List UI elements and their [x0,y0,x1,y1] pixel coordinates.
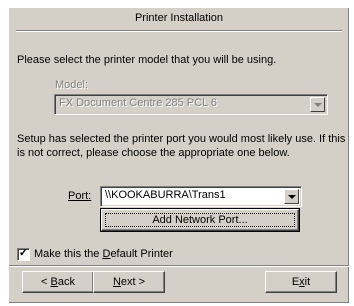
model-value: FX Document Centre 285 PCL 6 [59,97,217,109]
checkmark-icon: ✓ [18,247,29,259]
printer-installation-dialog: Printer Installation Please select the p… [8,7,350,304]
port-value: \\KOOKABURRA\Trans1 [105,189,226,201]
port-hint-line2: is not correct, please choose the approp… [17,147,290,159]
add-network-port-button[interactable]: Add Network Port... [100,208,300,232]
back-button[interactable]: < Back [22,271,94,293]
port-dropdown[interactable]: \\KOOKABURRA\Trans1 [100,186,302,207]
default-printer-label[interactable]: Make this the Default Printer [34,248,173,260]
add-network-port-label: Add Network Port... [152,214,248,226]
title-separator [16,30,342,32]
default-printer-checkbox[interactable]: ✓ [17,247,30,261]
dialog-title: Printer Installation [134,12,224,24]
exit-button[interactable]: Exit [265,271,337,293]
back-label: < Back [41,276,75,288]
port-hint-line1: Setup has selected the printer port you … [17,133,346,145]
port-label: Port: [68,190,92,202]
exit-label: Exit [291,276,311,288]
chevron-down-icon[interactable] [284,189,299,204]
model-label: Model: [55,79,89,91]
default-printer-label-pre: Make this the [34,248,103,260]
chevron-down-icon[interactable] [310,97,325,112]
model-dropdown[interactable]: FX Document Centre 285 PCL 6 [54,94,328,115]
footer-separator [9,265,349,267]
next-label: Next > [112,276,146,288]
instruction-text: Please select the printer model that you… [17,54,277,66]
next-button[interactable]: Next > [93,271,165,293]
default-printer-label-post: efault Printer [110,248,173,260]
